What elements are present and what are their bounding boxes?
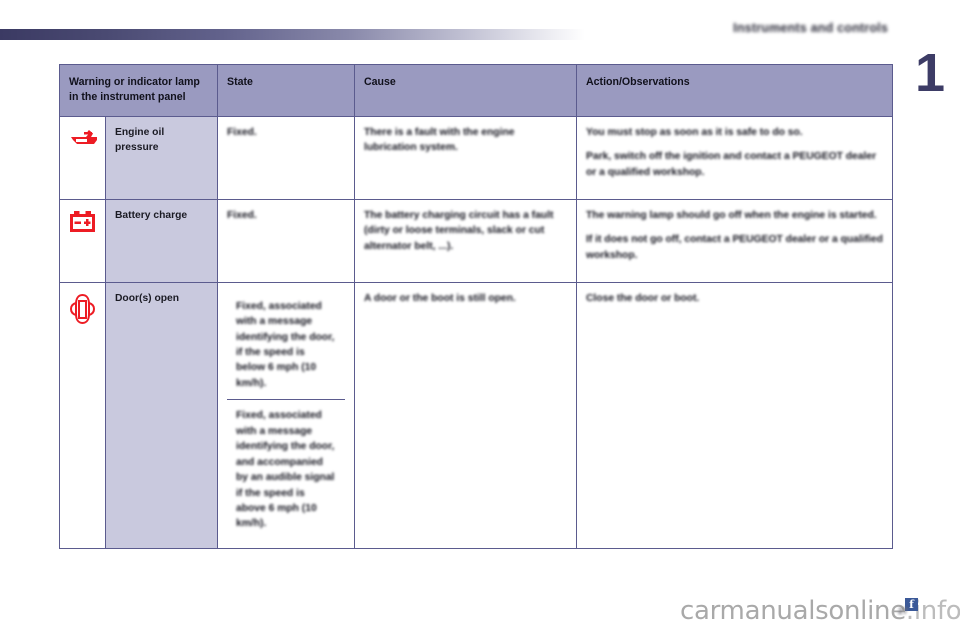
action-battery-charge: The warning lamp should go off when the … [576, 198, 893, 283]
state-engine-oil-pressure: Fixed. [217, 115, 355, 200]
state-text: Fixed. [227, 209, 257, 221]
table-row: Battery charge Fixed. The battery chargi… [59, 198, 893, 283]
state-sub-cell-2: Fixed, associated with a message identif… [227, 399, 345, 540]
cause-engine-oil-pressure: There is a fault with the engine lubrica… [354, 115, 577, 200]
chapter-number-tab: 1 [912, 42, 948, 104]
action-doors-open: Close the door or boot. [576, 281, 893, 549]
engine-oil-pressure-icon-cell [59, 115, 106, 200]
table-row: Engine oil pressure Fixed. There is a fa… [59, 115, 893, 200]
lamp-name-engine-oil-pressure: Engine oil pressure [105, 115, 218, 200]
site-watermark: carmanualsonline.info [680, 596, 960, 626]
chapter-number: 1 [914, 43, 946, 103]
state-doors-open: Fixed, associated with a message identif… [217, 281, 355, 549]
action-text-2: Park, switch off the ignition and contac… [586, 151, 877, 178]
cause-text: A door or the boot is still open. [364, 292, 516, 304]
action-text-1: The warning lamp should go off when the … [586, 209, 877, 221]
header-gradient-rule [0, 29, 585, 40]
column-header-cause: Cause [354, 64, 577, 117]
cause-text: There is a fault with the engine lubrica… [364, 126, 515, 154]
state-text-1: Fixed, associated with a message identif… [236, 300, 335, 389]
battery-charge-icon-cell [59, 198, 106, 283]
column-header-lamp-line2: in the instrument panel [69, 91, 186, 104]
table-header-row: Warning or indicator lamp in the instrum… [59, 64, 893, 117]
page-number: 27 [898, 606, 909, 616]
state-sub-cell-1: Fixed, associated with a message identif… [227, 291, 345, 400]
running-head-title: Instruments and controls [733, 21, 888, 35]
column-header-lamp: Warning or indicator lamp in the instrum… [59, 64, 218, 117]
doors-open-icon-cell [59, 281, 106, 549]
lamp-name-battery-charge: Battery charge [105, 198, 218, 283]
column-header-lamp-line1: Warning or indicator lamp [69, 76, 200, 88]
doors-open-icon [69, 293, 96, 324]
column-header-action: Action/Observations [576, 64, 893, 117]
state-text: Fixed. [227, 126, 257, 138]
cause-battery-charge: The battery charging circuit has a fault… [354, 198, 577, 283]
battery-charge-icon [70, 210, 95, 232]
action-engine-oil-pressure: You must stop as soon as it is safe to d… [576, 115, 893, 200]
table-row: Door(s) open Fixed, associated with a me… [59, 281, 893, 549]
action-text-1: You must stop as soon as it is safe to d… [586, 126, 803, 138]
lamp-name-doors-open: Door(s) open [105, 281, 218, 549]
watermark-text: carmanualsonline [680, 596, 906, 626]
action-text-2: If it does not go off, contact a PEUGEOT… [586, 234, 883, 261]
state-battery-charge: Fixed. [217, 198, 355, 283]
warning-lamps-table: Warning or indicator lamp in the instrum… [59, 64, 893, 549]
engine-oil-pressure-icon [71, 129, 97, 144]
state-text-2: Fixed, associated with a message identif… [236, 410, 335, 530]
action-text: Close the door or boot. [586, 292, 700, 304]
cause-text: The battery charging circuit has a fault… [364, 209, 554, 252]
column-header-state: State [217, 64, 355, 117]
cause-doors-open: A door or the boot is still open. [354, 281, 577, 549]
